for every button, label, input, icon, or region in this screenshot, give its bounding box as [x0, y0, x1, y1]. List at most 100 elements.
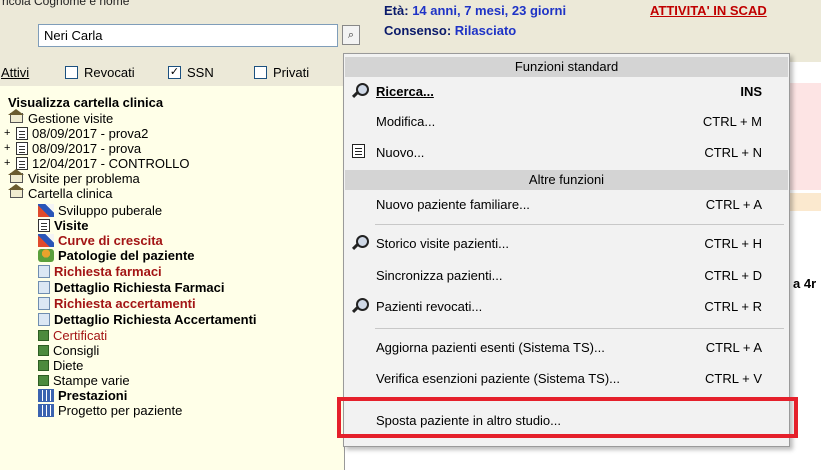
filter-privati[interactable]: Privati: [254, 65, 309, 80]
menu-item-label: Storico visite pazienti...: [376, 236, 509, 251]
consent-value: Rilasciato: [454, 23, 517, 38]
filter-revocati[interactable]: Revocati: [65, 65, 135, 80]
age-label: Età:: [384, 3, 409, 18]
menu-item-label: Nuovo paziente familiare...: [376, 197, 530, 212]
folder-home-icon: [8, 109, 24, 125]
tree-label: Cartella clinica: [28, 186, 113, 201]
menu-item-shortcut: CTRL + D: [704, 268, 762, 283]
tree-node-richiesta-farmaci[interactable]: Richiesta farmaci: [38, 264, 162, 279]
tree-node-patologie[interactable]: Patologie del paziente: [38, 248, 195, 263]
tree-node-gestione-visite[interactable]: Gestione visite: [8, 109, 113, 126]
tree-node-visite-problema[interactable]: Visite per problema: [8, 169, 140, 186]
menu-separator: [375, 328, 784, 329]
table-icon: [38, 389, 54, 402]
tree-node-sviluppo-puberale[interactable]: Sviluppo puberale: [38, 203, 162, 218]
filter-ssn-label: SSN: [187, 65, 214, 80]
menu-item-shortcut: CTRL + H: [704, 236, 762, 251]
page-icon: [38, 265, 50, 278]
tree-label: Progetto per paziente: [58, 403, 183, 418]
tree-label: Dettaglio Richiesta Farmaci: [54, 280, 225, 295]
tree-node-consigli[interactable]: Consigli: [38, 343, 99, 358]
menu-separator: [375, 224, 784, 225]
new-document-icon: [352, 144, 365, 158]
patient-context-menu: Funzioni standard Ricerca... INS Modific…: [343, 53, 790, 447]
tree-label: Dettaglio Richiesta Accertamenti: [54, 312, 257, 327]
tree-label: Richiesta farmaci: [54, 264, 162, 279]
page-icon: [38, 313, 50, 326]
tree-label: Stampe varie: [53, 373, 130, 388]
tree-node-dettaglio-accertamenti[interactable]: Dettaglio Richiesta Accertamenti: [38, 312, 257, 327]
lookup-icon: ⌕: [347, 28, 355, 41]
tree-node-visite[interactable]: Visite: [38, 218, 88, 233]
menu-item-pazienti-revocati[interactable]: Pazienti revocati... CTRL + R: [345, 293, 788, 321]
tree-node-stampe-varie[interactable]: Stampe varie: [38, 373, 130, 388]
filter-privati-label: Privati: [273, 65, 310, 80]
page-icon: [38, 297, 50, 310]
tree-node-visit[interactable]: + 08/09/2017 - prova2: [4, 126, 148, 141]
name-field-caption: ricola Cognome e nome: [2, 0, 130, 8]
document-icon: [16, 127, 28, 140]
menu-item-label: Aggiorna pazienti esenti (Sistema TS)...: [376, 340, 605, 355]
expiring-activities-link[interactable]: ATTIVITA' IN SCAD: [650, 3, 767, 18]
folder-home-icon: [8, 184, 24, 200]
tree-label: Certificati: [53, 328, 108, 343]
menu-item-ricerca[interactable]: Ricerca... INS: [345, 78, 788, 106]
menu-item-label: Verifica esenzioni paziente (Sistema TS)…: [376, 371, 620, 386]
filter-attivi-label: Attivi: [1, 65, 30, 80]
menu-item-modifica[interactable]: Modifica... CTRL + M: [345, 108, 788, 136]
tree-label: Diete: [53, 358, 84, 373]
tree-node-progetto[interactable]: Progetto per paziente: [38, 403, 182, 418]
tree-node-visit[interactable]: + 12/04/2017 - CONTROLLO: [4, 156, 190, 171]
menu-item-storico-visite[interactable]: Storico visite pazienti... CTRL + H: [345, 230, 788, 258]
pencil-chart-icon: [38, 204, 54, 217]
menu-item-shortcut: CTRL + V: [705, 371, 762, 386]
menu-item-sincronizza[interactable]: Sincronizza pazienti... CTRL + D: [345, 262, 788, 290]
magnifier-icon: [352, 83, 369, 99]
privati-checkbox[interactable]: [254, 66, 267, 79]
tree-title: Visualizza cartella clinica: [8, 95, 164, 110]
ssn-checkbox[interactable]: ✓: [168, 66, 181, 79]
document-icon: [16, 142, 28, 155]
magnifier-icon: [352, 298, 369, 314]
consent-label: Consenso:: [384, 23, 452, 38]
patient-icon: [38, 249, 54, 262]
menu-header-other: Altre funzioni: [345, 170, 788, 190]
menu-item-nuovo-familiare[interactable]: Nuovo paziente familiare... CTRL + A: [345, 191, 788, 219]
filter-ssn[interactable]: ✓ SSN: [168, 65, 214, 80]
tree-label: Patologie del paziente: [58, 248, 195, 263]
tree-node-dettaglio-farmaci[interactable]: Dettaglio Richiesta Farmaci: [38, 280, 225, 295]
tree-label: Sviluppo puberale: [58, 203, 163, 218]
detail-text-fragment: a 4r: [793, 276, 817, 291]
menu-item-label: Pazienti revocati...: [376, 299, 483, 314]
menu-item-label: Ricerca...: [376, 84, 434, 99]
green-square-icon: [38, 330, 49, 341]
green-square-icon: [38, 345, 49, 356]
page-icon: [38, 281, 50, 294]
tree-node-curve-crescita[interactable]: Curve di crescita: [38, 233, 163, 248]
age-line: Età: 14 anni, 7 mesi, 23 giorni: [384, 3, 566, 18]
menu-item-nuovo[interactable]: Nuovo... CTRL + N: [345, 139, 788, 167]
highlight-annotation-box: [337, 397, 798, 438]
patient-lookup-button[interactable]: ⌕: [342, 25, 360, 45]
tree-node-cartella-clinica[interactable]: Cartella clinica: [8, 184, 113, 201]
tree-node-visit[interactable]: + 08/09/2017 - prova: [4, 141, 141, 156]
menu-item-shortcut: CTRL + A: [705, 340, 762, 355]
tree-label: 12/04/2017 - CONTROLLO: [32, 156, 190, 171]
filter-attivi[interactable]: Attivi: [1, 65, 29, 80]
tree-node-certificati[interactable]: Certificati: [38, 328, 107, 343]
menu-item-label: Modifica...: [376, 114, 436, 129]
green-square-icon: [38, 360, 49, 371]
expand-icon[interactable]: +: [4, 141, 14, 156]
tree-node-diete[interactable]: Diete: [38, 358, 83, 373]
menu-item-verifica-esenzioni[interactable]: Verifica esenzioni paziente (Sistema TS)…: [345, 365, 788, 393]
magnifier-icon: [352, 235, 369, 251]
tree-node-richiesta-accertamenti[interactable]: Richiesta accertamenti: [38, 296, 196, 311]
patient-name-input[interactable]: [38, 24, 338, 47]
tree-node-prestazioni[interactable]: Prestazioni: [38, 388, 127, 403]
revocati-checkbox[interactable]: [65, 66, 78, 79]
expand-icon[interactable]: +: [4, 126, 14, 141]
tree-label: Prestazioni: [58, 388, 128, 403]
menu-item-aggiorna-esenti[interactable]: Aggiorna pazienti esenti (Sistema TS)...…: [345, 334, 788, 362]
tree-label: 08/09/2017 - prova2: [32, 126, 149, 141]
document-icon: [38, 219, 50, 232]
